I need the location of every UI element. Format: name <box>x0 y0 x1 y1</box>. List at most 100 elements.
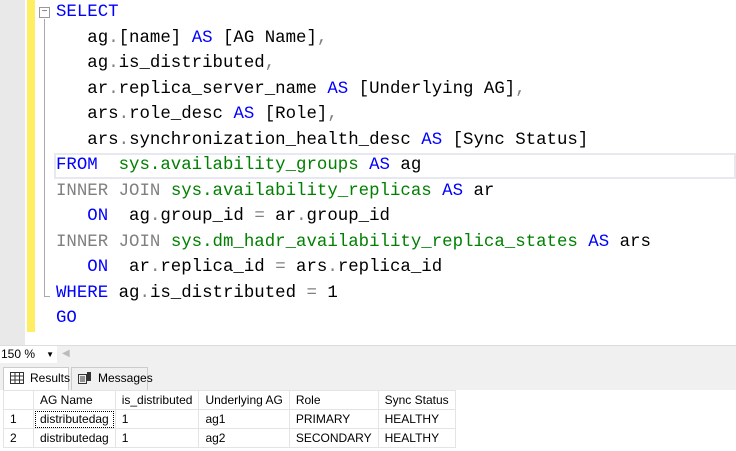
change-tracking-bar <box>27 0 35 332</box>
cell[interactable]: ag2 <box>198 428 290 448</box>
code-token: [Role] <box>254 105 328 124</box>
code-token: ag <box>389 156 422 175</box>
code-line[interactable]: ON ar.replica_id = ars.replica_id <box>56 255 651 281</box>
code-token: . <box>296 207 307 226</box>
code-token: . <box>108 54 119 73</box>
column-header[interactable]: Underlying AG <box>198 390 290 410</box>
code-token: ag <box>108 207 150 226</box>
column-header[interactable]: AG Name <box>33 390 116 410</box>
cell[interactable]: HEALTHY <box>377 409 456 429</box>
code-token: ag <box>56 54 109 73</box>
code-token: . <box>149 258 161 277</box>
code-token: role_desc <box>129 105 234 124</box>
code-token: AS <box>442 181 464 201</box>
code-line[interactable]: ag.[name] AS [AG Name], <box>56 26 651 52</box>
code-token: ag <box>108 283 140 303</box>
code-token: AS <box>588 232 610 252</box>
code-token: FROM <box>56 156 98 175</box>
editor-gutter <box>0 0 25 345</box>
code-token: is_distributed <box>118 54 265 73</box>
code-token: replica_id <box>160 258 276 277</box>
code-token: ON <box>56 207 109 226</box>
code-token: ON <box>56 258 109 277</box>
code-token: = <box>306 283 317 303</box>
code-token: , <box>327 105 338 124</box>
code-token: ar <box>108 258 150 277</box>
cell[interactable]: HEALTHY <box>377 428 456 448</box>
code-token: . <box>108 28 119 48</box>
code-token: ag <box>56 28 109 48</box>
tab-messages[interactable]: Messages <box>71 367 153 390</box>
column-header[interactable]: Role <box>288 390 379 410</box>
code-line[interactable]: INNER JOIN sys.dm_hadr_availability_repl… <box>56 230 651 256</box>
cell[interactable]: SECONDARY <box>288 428 379 448</box>
table-row[interactable]: 1 distributedag 1 ag1 PRIMARY HEALTHY <box>3 409 456 429</box>
code-token: AS <box>421 130 443 150</box>
code-token: , <box>316 28 328 48</box>
code-token: ar <box>463 181 495 201</box>
code-token: ar <box>264 207 297 226</box>
cell[interactable]: 1 <box>114 428 200 448</box>
query-editor[interactable]: − SELECT ag.[name] AS [AG Name], ag.is_d… <box>0 0 736 345</box>
code-line[interactable]: ars.synchronization_health_desc AS [Sync… <box>56 128 651 154</box>
code-token: . <box>108 79 119 99</box>
cell[interactable]: ag1 <box>198 409 290 429</box>
code-token: GO <box>56 309 77 328</box>
code-token: = <box>275 258 286 277</box>
tab-results[interactable]: Results <box>3 367 71 390</box>
code-token: synchronization_health_desc <box>129 130 422 150</box>
chevron-down-icon: ▼ <box>46 350 54 359</box>
code-line[interactable]: ars.role_desc AS [Role], <box>56 102 651 128</box>
code-token: . <box>149 207 161 226</box>
code-token: INNER JOIN <box>56 232 171 252</box>
results-tabs: Results Messages <box>0 363 736 390</box>
code-token: WHERE <box>56 283 109 303</box>
code-token: ars <box>56 105 119 124</box>
cell[interactable]: distributedag <box>33 428 116 448</box>
code-token: SELECT <box>56 3 119 22</box>
code-token: . <box>139 283 150 303</box>
table-row[interactable]: 2 distributedag 1 ag2 SECONDARY HEALTHY <box>3 428 456 448</box>
column-header[interactable]: Sync Status <box>377 390 456 410</box>
row-number-header <box>3 390 34 410</box>
code-line[interactable]: GO <box>56 306 651 332</box>
grid-header-row: AG Name is_distributed Underlying AG Rol… <box>3 390 456 410</box>
code-token: ar <box>56 79 109 99</box>
code-token: , <box>515 79 526 99</box>
tab-results-label: Results <box>30 371 71 385</box>
code-token: sys.availability_replicas <box>170 181 443 201</box>
code-token: . <box>118 105 130 124</box>
cell[interactable]: distributedag <box>33 409 116 429</box>
code-token: . <box>327 258 338 277</box>
cell[interactable]: 1 <box>114 409 200 429</box>
code-line[interactable]: ar.replica_server_name AS [Underlying AG… <box>56 77 651 103</box>
zoom-bar: 150 % ▼ ◀ <box>0 345 736 363</box>
code-token: ars <box>609 232 651 252</box>
code-token: [Sync Status] <box>442 130 589 150</box>
code-token: AS <box>191 28 213 48</box>
tab-messages-label: Messages <box>98 371 153 385</box>
row-number[interactable]: 1 <box>3 409 34 429</box>
code-line[interactable]: FROM sys.availability_groups AS ag <box>56 153 651 179</box>
column-header[interactable]: is_distributed <box>114 390 200 410</box>
sql-code[interactable]: SELECT ag.[name] AS [AG Name], ag.is_dis… <box>56 0 651 332</box>
results-grid[interactable]: AG Name is_distributed Underlying AG Rol… <box>0 390 736 451</box>
collapse-icon[interactable]: − <box>39 7 50 18</box>
scroll-left-icon[interactable]: ◀ <box>62 348 70 359</box>
code-token: sys.dm_hadr_availability_replica_states <box>170 232 589 252</box>
code-token: AS <box>327 79 349 99</box>
code-token: 1 <box>316 283 338 303</box>
zoom-select[interactable]: 150 % ▼ <box>0 346 57 363</box>
grid-icon <box>10 372 24 384</box>
code-token: replica_id <box>337 258 443 277</box>
code-line[interactable]: ag.is_distributed, <box>56 51 651 77</box>
code-line[interactable]: ON ag.group_id = ar.group_id <box>56 204 651 230</box>
cell[interactable]: PRIMARY <box>288 409 379 429</box>
code-token: replica_server_name <box>118 79 328 99</box>
row-number[interactable]: 2 <box>3 428 34 448</box>
code-line[interactable]: INNER JOIN sys.availability_replicas AS … <box>56 179 651 205</box>
code-line[interactable]: SELECT <box>56 0 651 26</box>
code-token: group_id <box>306 207 391 226</box>
code-line[interactable]: WHERE ag.is_distributed = 1 <box>56 281 651 307</box>
code-token: AS <box>369 156 390 175</box>
